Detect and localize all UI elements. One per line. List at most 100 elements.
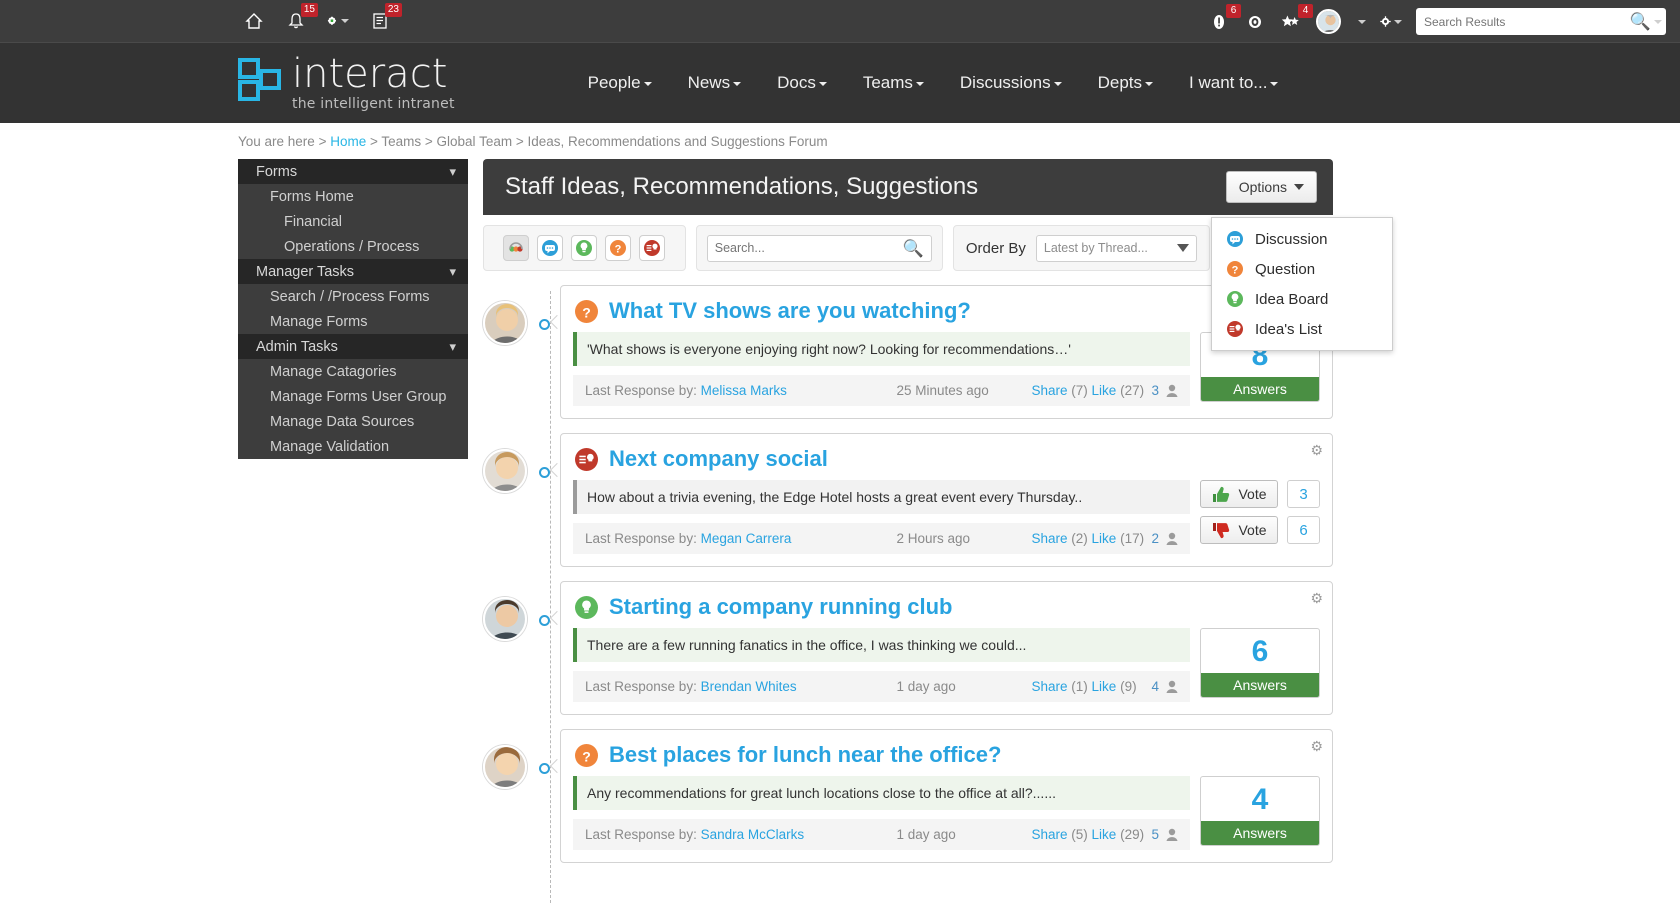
avatar[interactable] <box>483 745 527 789</box>
like-link[interactable]: Like <box>1092 679 1117 694</box>
discussion-filter-icon[interactable] <box>537 235 564 261</box>
search-icon[interactable]: 🔍 <box>903 240 924 257</box>
search-caret-icon[interactable] <box>1654 19 1662 24</box>
like-count: (17) <box>1120 531 1145 546</box>
post-author-link[interactable]: Brendan Whites <box>701 679 797 694</box>
share-link[interactable]: Share <box>1031 679 1067 694</box>
forum-search-box[interactable]: 🔍 <box>706 234 932 262</box>
sidebar-item-financial[interactable]: Financial <box>238 209 468 234</box>
post-title[interactable]: Starting a company running club <box>609 594 952 620</box>
gear-icon[interactable]: ⚙ <box>1310 590 1323 607</box>
answers-box[interactable]: 6 Answers <box>1200 628 1320 698</box>
sidebar-item-manage-catagories[interactable]: Manage Catagories <box>238 359 468 384</box>
post-card: ⚙ Starting a company running club There … <box>560 581 1333 715</box>
eye-icon[interactable] <box>1244 11 1266 33</box>
answers-box[interactable]: 4 Answers <box>1200 776 1320 846</box>
search-icon[interactable]: 🔍 <box>1630 13 1651 30</box>
star-icon[interactable]: 4 <box>1280 3 1313 33</box>
like-link[interactable]: Like <box>1092 531 1117 546</box>
breadcrumb-home-link[interactable]: Home <box>330 134 366 149</box>
sidebar-item-manage-data-sources[interactable]: Manage Data Sources <box>238 409 468 434</box>
share-link[interactable]: Share <box>1031 827 1067 842</box>
share-link[interactable]: Share <box>1031 531 1067 546</box>
avatar[interactable] <box>483 301 527 345</box>
logo-mark-icon <box>238 58 282 102</box>
last-response-label: Last Response by: <box>585 679 697 694</box>
like-count: (29) <box>1120 827 1145 842</box>
ideas-list-filter-icon[interactable] <box>639 235 666 261</box>
sidebar-item-search-process-forms[interactable]: Search / /Process Forms <box>238 284 468 309</box>
sidebar-group-manager-tasks[interactable]: Manager Tasks ▾ <box>238 259 468 284</box>
sidebar-item-label: Search / /Process Forms <box>270 288 430 305</box>
like-link[interactable]: Like <box>1092 383 1117 398</box>
options-button[interactable]: Options <box>1225 171 1317 203</box>
logo[interactable]: interact the intelligent intranet <box>238 54 455 112</box>
create-menu-item-question[interactable]: ? Question <box>1212 254 1392 284</box>
gear-icon[interactable]: ⚙ <box>1310 442 1323 459</box>
forum-search-input[interactable] <box>714 241 903 255</box>
nav-label: People <box>587 73 641 92</box>
post-title[interactable]: Best places for lunch near the office? <box>609 742 1001 768</box>
gear-icon[interactable] <box>1380 11 1402 33</box>
search-input[interactable] <box>1424 14 1630 29</box>
nav-item-depts[interactable]: Depts <box>1098 73 1154 93</box>
notice-board-icon[interactable]: 23 <box>369 3 402 32</box>
alert-icon[interactable]: 6 <box>1208 3 1241 33</box>
card-pointer <box>550 311 560 337</box>
sidebar-item-manage-forms-user-group[interactable]: Manage Forms User Group <box>238 384 468 409</box>
flower-caret-icon[interactable] <box>341 19 349 23</box>
create-menu-item-ideas-list[interactable]: Idea's List <box>1212 314 1392 344</box>
sidebar-group-admin-tasks[interactable]: Admin Tasks ▾ <box>238 334 468 359</box>
nav-item-i-want-to[interactable]: I want to... <box>1189 73 1279 93</box>
global-search[interactable]: 🔍 <box>1416 8 1666 35</box>
avatar[interactable] <box>483 449 527 493</box>
share-like: Share (5) Like (29) <box>1031 827 1151 842</box>
idea-board-filter-icon[interactable] <box>571 235 598 261</box>
nav-item-news[interactable]: News <box>688 73 742 93</box>
flower-icon[interactable] <box>327 10 349 32</box>
avatar[interactable] <box>1316 9 1341 34</box>
share-like: Share (2) Like (17) <box>1031 531 1151 546</box>
svg-text:?: ? <box>615 244 622 256</box>
nav-item-docs[interactable]: Docs <box>777 73 827 93</box>
avatar-caret-icon[interactable] <box>1358 19 1366 24</box>
sidebar-group-forms[interactable]: Forms ▾ <box>238 159 468 184</box>
all-filter-icon[interactable] <box>503 235 530 261</box>
sidebar: Forms ▾ Forms Home Financial Operations … <box>238 159 468 459</box>
like-link[interactable]: Like <box>1092 827 1117 842</box>
participants: 3 <box>1151 383 1178 398</box>
share-count: (1) <box>1071 679 1088 694</box>
utility-bar: 15 23 6 4 Search Results 🔍 <box>0 0 1680 43</box>
sidebar-item-forms-home[interactable]: Forms Home <box>238 184 468 209</box>
nav-label: Discussions <box>959 73 1051 92</box>
last-response-label: Last Response by: <box>585 383 697 398</box>
nav-item-people[interactable]: People <box>588 73 652 93</box>
gear-caret-icon[interactable] <box>1394 19 1402 24</box>
sidebar-item-manage-forms[interactable]: Manage Forms <box>238 309 468 334</box>
home-icon[interactable] <box>243 10 265 32</box>
question-icon: ? <box>575 299 598 323</box>
question-filter-icon[interactable]: ? <box>605 235 632 261</box>
share-count: (2) <box>1071 531 1088 546</box>
nav-item-teams[interactable]: Teams <box>863 73 924 93</box>
nav-item-discussions[interactable]: Discussions <box>960 73 1062 93</box>
post-title[interactable]: Next company social <box>609 446 828 472</box>
vote-down-button[interactable]: Vote <box>1200 516 1278 544</box>
sidebar-group-label: Forms <box>256 163 298 180</box>
post-author-link[interactable]: Melissa Marks <box>701 383 787 398</box>
gear-icon[interactable]: ⚙ <box>1310 738 1323 755</box>
create-menu-item-idea-board[interactable]: Idea Board <box>1212 284 1392 314</box>
share-link[interactable]: Share <box>1031 383 1067 398</box>
post-author-link[interactable]: Megan Carrera <box>701 531 792 546</box>
post-title[interactable]: What TV shows are you watching? <box>609 298 971 324</box>
post-author-link[interactable]: Sandra McClarks <box>701 827 805 842</box>
create-menu-item-discussion[interactable]: Discussion <box>1212 224 1392 254</box>
bell-icon[interactable]: 15 <box>285 3 318 32</box>
order-by-select[interactable]: Latest by Thread... <box>1035 234 1197 262</box>
post-time: 1 day ago <box>896 679 956 694</box>
avatar[interactable] <box>483 597 527 641</box>
card-pointer <box>550 459 560 485</box>
sidebar-item-operations-process[interactable]: Operations / Process <box>238 234 468 259</box>
sidebar-item-manage-validation[interactable]: Manage Validation <box>238 434 468 459</box>
vote-up-button[interactable]: Vote <box>1200 480 1278 508</box>
